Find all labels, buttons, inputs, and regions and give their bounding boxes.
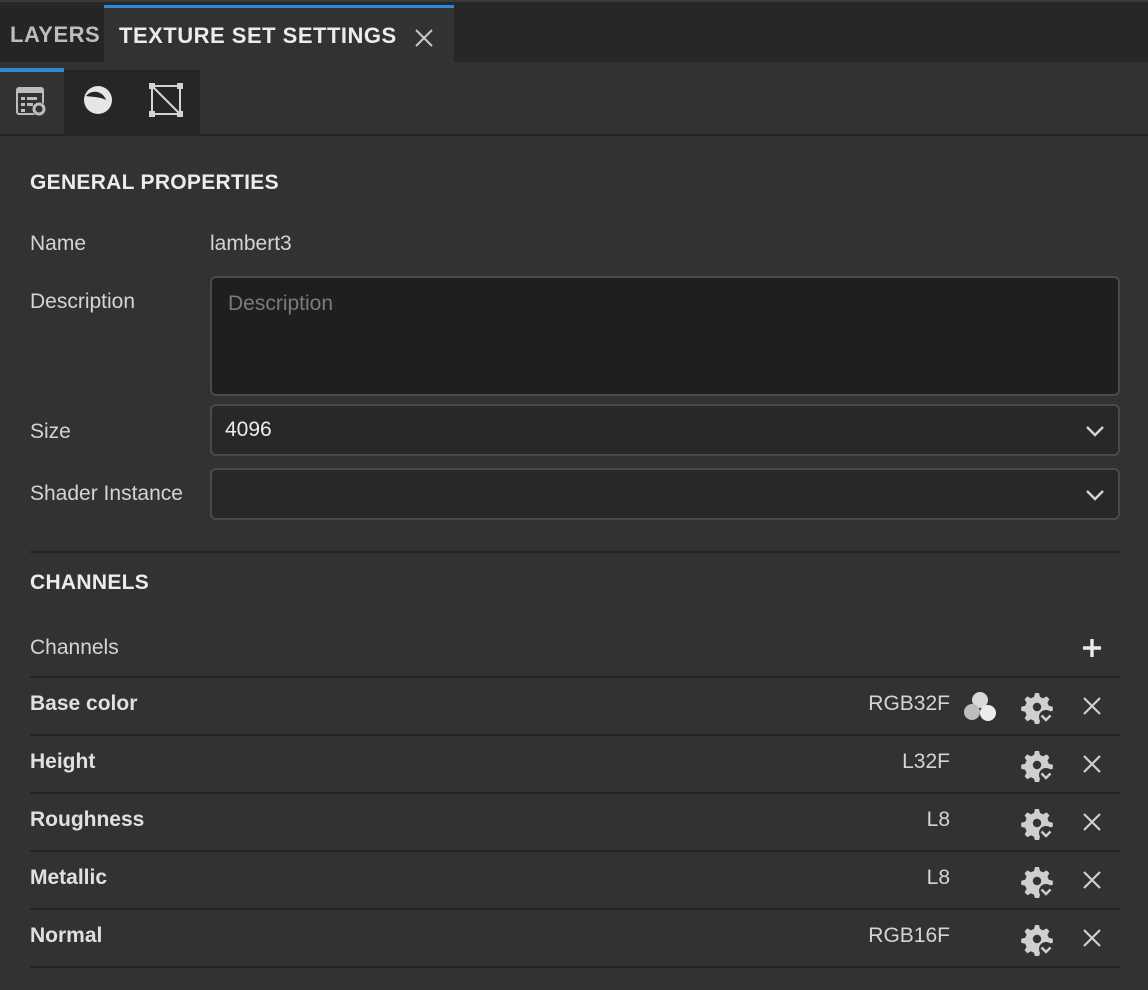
add-channel-button[interactable] — [1080, 636, 1104, 660]
shader-instance-select[interactable] — [210, 468, 1120, 520]
uv-mode-button[interactable] — [132, 70, 200, 134]
channel-format[interactable]: L8 — [927, 808, 950, 832]
color-profile-icon[interactable] — [962, 691, 998, 723]
channel-name: Normal — [30, 924, 103, 947]
channel-settings-gear-icon[interactable] — [1020, 806, 1054, 841]
channel-settings-gear-icon[interactable] — [1020, 864, 1054, 899]
material-mode-button[interactable] — [64, 70, 132, 134]
general-properties-title: GENERAL PROPERTIES — [30, 171, 279, 194]
size-select[interactable]: 4096 — [210, 404, 1120, 456]
channels-title: CHANNELS — [30, 571, 150, 594]
name-label: Name — [30, 232, 87, 255]
description-label: Description — [30, 290, 136, 313]
texture-set-settings-mode-button[interactable] — [0, 68, 64, 134]
channel-name: Base color — [30, 692, 138, 715]
plus-icon — [1080, 639, 1104, 664]
channels-list-label: Channels — [30, 636, 119, 659]
channel-row[interactable]: Height L32F — [30, 736, 1120, 794]
tab-texture-set-settings-label: TEXTURE SET SETTINGS — [119, 23, 397, 48]
tab-layers[interactable]: LAYERS — [0, 6, 104, 64]
chevron-down-icon — [1084, 420, 1106, 442]
channel-format[interactable]: L32F — [902, 750, 950, 774]
remove-channel-icon[interactable] — [1080, 752, 1104, 776]
texture-set-settings-panel: LAYERS TEXTURE SET SETTINGS GENERAL PROP… — [0, 0, 1148, 990]
channel-row[interactable]: Base color RGB32F — [30, 678, 1120, 736]
tab-layers-label: LAYERS — [10, 22, 101, 47]
settings-list-icon — [15, 84, 49, 123]
description-field[interactable]: Description — [210, 276, 1120, 396]
channel-name: Metallic — [30, 866, 108, 889]
channel-settings-gear-icon[interactable] — [1020, 922, 1054, 957]
shader-instance-label: Shader Instance — [30, 482, 183, 505]
uv-square-icon — [148, 82, 184, 123]
size-label: Size — [30, 420, 71, 443]
mode-toolbar — [0, 62, 1148, 136]
remove-channel-icon[interactable] — [1080, 926, 1104, 950]
channel-name: Height — [30, 750, 96, 773]
remove-channel-icon[interactable] — [1080, 694, 1104, 718]
close-tab-icon[interactable] — [412, 26, 436, 50]
channel-name: Roughness — [30, 808, 145, 831]
name-value: lambert3 — [210, 232, 292, 255]
chevron-down-icon — [1084, 484, 1106, 506]
remove-channel-icon[interactable] — [1080, 868, 1104, 892]
channel-row[interactable]: Roughness L8 — [30, 794, 1120, 852]
channel-format[interactable]: RGB32F — [868, 692, 950, 716]
remove-channel-icon[interactable] — [1080, 810, 1104, 834]
material-sphere-icon — [81, 83, 115, 122]
channel-format[interactable]: RGB16F — [868, 924, 950, 948]
size-select-value: 4096 — [225, 418, 272, 441]
channel-settings-gear-icon[interactable] — [1020, 748, 1054, 783]
description-placeholder: Description — [228, 292, 334, 315]
channel-row[interactable]: Metallic L8 — [30, 852, 1120, 910]
channel-settings-gear-icon[interactable] — [1020, 690, 1054, 725]
channel-row[interactable]: Normal RGB16F — [30, 910, 1120, 968]
tab-bar: LAYERS TEXTURE SET SETTINGS — [0, 0, 1148, 70]
tab-texture-set-settings[interactable]: TEXTURE SET SETTINGS — [104, 5, 454, 64]
section-divider — [30, 551, 1120, 553]
channel-format[interactable]: L8 — [927, 866, 950, 890]
